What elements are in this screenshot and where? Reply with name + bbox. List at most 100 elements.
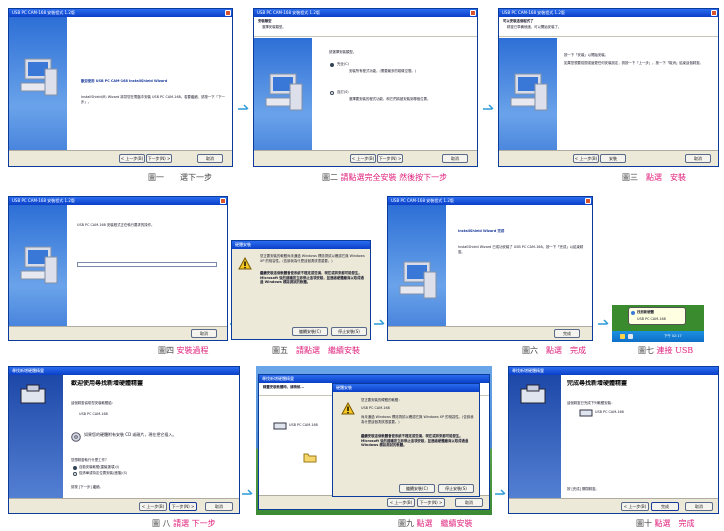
welcome-heading: 歡迎使用 USB PC CAM-168 InstallShield Wizard bbox=[81, 79, 168, 83]
info-icon bbox=[631, 311, 635, 315]
dialog-title: 硬體安裝 bbox=[333, 384, 479, 392]
window-title: USB PC CAM-168 安裝程式 1.2版 bbox=[499, 9, 718, 17]
cancel-button[interactable]: 取消 bbox=[205, 502, 233, 511]
option-custom[interactable]: 自訂(S) bbox=[337, 90, 349, 95]
back-button[interactable]: < 上一步(B) bbox=[119, 154, 145, 163]
complete-heading: 完成尋找新增硬體精靈 bbox=[567, 380, 628, 387]
warning-device: USB PC CAM-168 bbox=[361, 406, 390, 410]
fig5-hardware-install-dialog: 硬體安裝 您正要安裝的軟體尚未通過 Windows 標誌測試以確認它與 Wind… bbox=[231, 240, 371, 340]
folder-icon bbox=[303, 453, 317, 463]
header-panel: 安裝類型 選擇安裝類型。 bbox=[254, 17, 477, 37]
stop-install-button[interactable]: 停止安裝(S) bbox=[438, 484, 474, 493]
welcome-body: InstallShield(R) Wizard 將幫您在電腦中安裝 USB PC… bbox=[81, 95, 225, 104]
close-button[interactable] bbox=[225, 10, 231, 16]
clock: 下午 02:17 bbox=[664, 334, 682, 338]
fig3-ready-window: USB PC CAM-168 安裝程式 1.2版 可以安裝這個程式了 精靈已準備… bbox=[498, 8, 719, 167]
computer-icon bbox=[20, 246, 58, 284]
next-button[interactable]: 下一步(N) > bbox=[169, 502, 197, 511]
cd-icon bbox=[71, 432, 81, 442]
warning-icon bbox=[341, 402, 355, 415]
wizard-question: 您想精靈執行什麼工作？ bbox=[71, 458, 109, 462]
option-complete[interactable]: 完全(C) bbox=[337, 62, 349, 67]
cancel-button[interactable]: 取消 bbox=[197, 154, 223, 163]
complete-line-1: 這個精靈已完成下列軟體安裝： bbox=[567, 401, 615, 405]
warning-detail: 尚未通過 Windows 標誌測試以確認它與 Windows XP 的相容性。(… bbox=[361, 415, 474, 424]
caption-fig7: 圖七 連接 USB bbox=[638, 346, 694, 355]
fig9-hardware-install-dialog: 硬體安裝 您正要安裝的硬體的軟體： USB PC CAM-168 尚未通過 Wi… bbox=[332, 383, 480, 497]
back-button[interactable]: < 上一步(B) bbox=[350, 154, 376, 163]
back-button[interactable]: < 上一步(B) bbox=[573, 154, 599, 163]
back-button[interactable]: < 上一步(B) bbox=[139, 502, 167, 511]
progress-status: USB PC CAM-168 安裝程式正在執行要求的操作。 bbox=[77, 223, 155, 227]
install-button[interactable]: 安裝 bbox=[600, 154, 626, 163]
computer-icon bbox=[265, 73, 303, 111]
computer-icon bbox=[20, 58, 58, 96]
radio-complete[interactable] bbox=[330, 63, 334, 67]
warning-detail: 繼續安裝這個軟體會使系統不穩定或受損，現在或將來都可能發生。Microsoft … bbox=[260, 271, 364, 284]
cancel-button[interactable]: 取消 bbox=[455, 498, 483, 507]
option-complete-desc: 安裝所有程式功能。(需要最多的磁碟空間。) bbox=[349, 69, 417, 73]
caption-fig9: 圖九 點選 繼續安裝 bbox=[398, 519, 473, 528]
ready-line-1: 按一下「安裝」以開始安裝。 bbox=[564, 53, 609, 57]
caption-fig8: 圖 八 請選 下一步 bbox=[152, 519, 216, 528]
balloon-body: USB PC CAM-168 bbox=[637, 317, 666, 321]
usb-device-icon[interactable] bbox=[620, 334, 625, 339]
wizard-line-1: 這個精靈協助您安裝軟體給： bbox=[71, 401, 116, 405]
arrow-right-icon bbox=[242, 489, 253, 495]
option-custom-desc: 選擇要安裝的程式功能，和它們將被安裝到哪個位置。 bbox=[349, 97, 431, 101]
cancel-button[interactable]: 取消 bbox=[191, 329, 217, 338]
arrow-right-icon bbox=[495, 489, 506, 495]
cancel-button[interactable]: 取消 bbox=[685, 502, 713, 511]
header-panel: 可以安裝這個程式了 精靈已準備就緒，可以開始安裝了。 bbox=[499, 17, 718, 37]
warning-advice: 繼續安裝這個軟體會使系統不穩定或受損，現在或將來都可能發生。Microsoft … bbox=[361, 434, 469, 447]
back-button[interactable]: < 上一步(B) bbox=[621, 502, 649, 511]
next-button[interactable]: 下一步(N) > bbox=[146, 154, 172, 163]
continue-install-button[interactable]: 繼續安裝(C) bbox=[292, 327, 328, 336]
fig2-setup-type-window: USB PC CAM-168 安裝程式 1.2版 安裝類型 選擇安裝類型。 請選… bbox=[253, 8, 478, 167]
close-button[interactable] bbox=[470, 10, 476, 16]
arrow-right-icon bbox=[238, 104, 249, 110]
option-auto-install[interactable]: 自動安裝軟體(建議選項)(I) bbox=[79, 465, 119, 470]
arrow-right-icon bbox=[598, 319, 609, 325]
radio-custom[interactable] bbox=[330, 91, 334, 95]
cancel-button[interactable]: 取消 bbox=[685, 154, 711, 163]
wizard-line-2: 如果您的硬體附有安裝 CD 或磁片，現在把它插入。 bbox=[84, 432, 177, 437]
caption-fig2: 圖二 請點選完全安裝 然後按下一步 bbox=[322, 173, 448, 182]
cancel-button[interactable]: 取消 bbox=[442, 154, 468, 163]
complete-heading: InstallShield Wizard 完成 bbox=[458, 229, 505, 233]
option-advanced-install[interactable]: 從清單或特定位置安裝(進階)(S) bbox=[79, 471, 127, 476]
header-title: 可以安裝這個程式了 bbox=[503, 19, 534, 23]
setup-prompt: 請選擇安裝類型。 bbox=[329, 50, 357, 54]
window-title: 尋找新增硬體精靈 bbox=[9, 367, 239, 375]
hardware-icon bbox=[20, 384, 46, 404]
next-button[interactable]: 下一步(N) > bbox=[417, 498, 445, 507]
window-title: USB PC CAM-168 安裝程式 1.2版 bbox=[9, 9, 232, 17]
fig4-progress-window: USB PC CAM-168 安裝程式 1.2版 USB PC CAM-168 … bbox=[8, 196, 228, 341]
dialog-title: 硬體安裝 bbox=[232, 241, 370, 249]
warning-text: 您正要安裝的軟體尚未通過 Windows 標誌測試以確認它與 Windows X… bbox=[260, 254, 365, 263]
fig6-complete-window: USB PC CAM-168 安裝程式 1.2版 InstallShield W… bbox=[387, 196, 593, 341]
window-title: USB PC CAM-168 安裝程式 1.2版 bbox=[254, 9, 477, 17]
finish-button[interactable]: 完成 bbox=[554, 329, 580, 338]
radio-advanced-install[interactable] bbox=[73, 472, 77, 476]
close-button[interactable] bbox=[711, 10, 717, 16]
computer-icon bbox=[399, 261, 437, 299]
system-tray: 下午 02:17 bbox=[612, 331, 704, 342]
wizard-line-3: 請按 [下一步] 繼續。 bbox=[71, 485, 103, 489]
back-button[interactable]: < 上一步(B) bbox=[387, 498, 415, 507]
window-title: 尋找新增硬體精靈 bbox=[259, 375, 489, 383]
header-title: 安裝類型 bbox=[258, 19, 272, 23]
network-icon[interactable] bbox=[628, 334, 633, 339]
finish-button[interactable]: 完成 bbox=[651, 502, 679, 511]
balloon-tip[interactable]: 找到新硬體 USB PC CAM-168 bbox=[628, 307, 686, 325]
hardware-icon bbox=[520, 384, 546, 404]
fig10-complete-wizard: 尋找新增硬體精靈 完成尋找新增硬體精靈 這個精靈已完成下列軟體安裝： USB P… bbox=[508, 366, 719, 514]
continue-install-button[interactable]: 繼續安裝(C) bbox=[399, 484, 435, 493]
radio-auto-install[interactable] bbox=[73, 466, 77, 470]
window-title: 尋找新增硬體精靈 bbox=[509, 367, 718, 375]
stop-install-button[interactable]: 停止安裝(S) bbox=[331, 327, 367, 336]
close-button[interactable] bbox=[220, 198, 226, 204]
caption-fig10: 圖十 點選 完成 bbox=[636, 519, 695, 528]
close-button[interactable] bbox=[585, 198, 591, 204]
next-button[interactable]: 下一步(N) > bbox=[377, 154, 403, 163]
